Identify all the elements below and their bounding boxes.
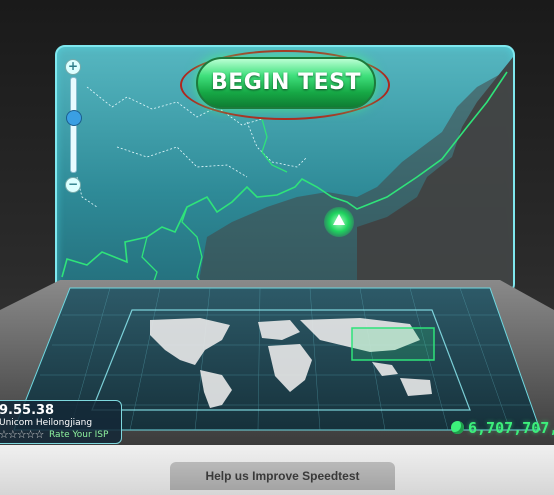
ip-address: 9.55.38 xyxy=(0,403,55,418)
zoom-out-button[interactable]: − xyxy=(65,177,81,193)
help-improve-tab[interactable]: Help us Improve Speedtest xyxy=(170,462,395,490)
begin-test-area: BEGIN TEST xyxy=(180,50,390,120)
zoom-slider[interactable] xyxy=(66,77,82,173)
plus-icon: + xyxy=(67,59,79,73)
speedtest-stage: + − BEGIN TEST 9.55.38 Unicom Heilongjia… xyxy=(0,0,554,495)
rate-isp-link[interactable]: Rate Your ISP xyxy=(49,430,108,441)
tests-counter: 6,707,707,9 xyxy=(451,418,554,438)
begin-test-button[interactable]: BEGIN TEST xyxy=(196,57,376,109)
tests-count: 6,707,707,9 xyxy=(468,419,554,437)
zoom-control: + − xyxy=(65,59,82,193)
rating-stars-icon[interactable]: ☆☆☆☆☆ xyxy=(0,429,44,441)
globe-icon xyxy=(451,421,464,434)
zoom-in-button[interactable]: + xyxy=(65,59,81,75)
bottom-bar: Help us Improve Speedtest xyxy=(0,445,554,495)
zoom-slider-thumb[interactable] xyxy=(66,110,82,126)
client-info-panel: 9.55.38 Unicom Heilongjiang ☆☆☆☆☆ Rate Y… xyxy=(0,400,122,444)
server-marker-icon[interactable] xyxy=(324,207,354,237)
minus-icon: − xyxy=(67,177,79,191)
region-highlight-box xyxy=(351,327,435,361)
